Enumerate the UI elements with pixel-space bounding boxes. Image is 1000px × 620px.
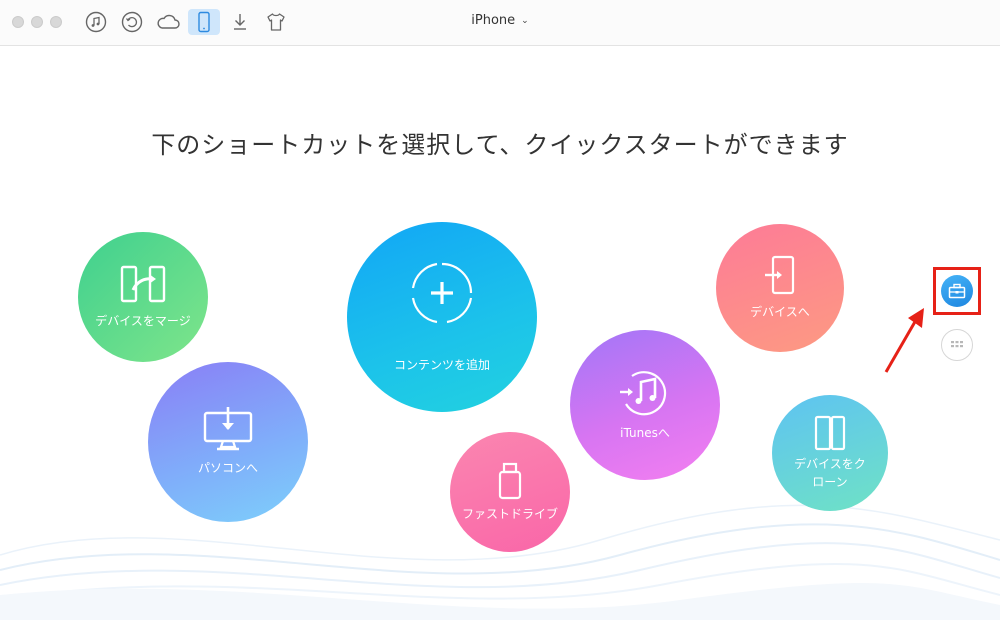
to-device-label: デバイスへ bbox=[750, 305, 810, 319]
restore-icon bbox=[121, 11, 143, 33]
close-window-button[interactable] bbox=[12, 16, 24, 28]
download-toolbar-button[interactable] bbox=[224, 9, 256, 35]
clone-device-label-line2: ローン bbox=[812, 475, 848, 489]
to-pc-shortcut[interactable]: パソコンへ bbox=[148, 362, 308, 522]
download-icon bbox=[234, 14, 246, 30]
zoom-window-button[interactable] bbox=[50, 16, 62, 28]
phone-import-icon bbox=[765, 255, 795, 295]
clone-device-label: デバイスをク ローン bbox=[794, 455, 866, 491]
minimize-window-button[interactable] bbox=[31, 16, 43, 28]
ringtone-toolbar-button[interactable] bbox=[260, 9, 292, 35]
grid-icon bbox=[951, 341, 963, 348]
itunes-icon bbox=[620, 371, 667, 416]
add-plus-icon bbox=[411, 262, 473, 324]
main-content: 下のショートカットを選択して、クイックスタートができます デバイスをマージ パソ… bbox=[0, 47, 1000, 620]
to-pc-label: パソコンへ bbox=[197, 461, 258, 475]
restore-toolbar-button[interactable] bbox=[116, 9, 148, 35]
to-device-shortcut[interactable]: デバイスへ bbox=[716, 224, 844, 352]
music-note-icon bbox=[85, 11, 107, 33]
tshirt-icon bbox=[267, 13, 285, 31]
title-bar: iPhone ⌄ bbox=[0, 0, 1000, 46]
chevron-down-icon: ⌄ bbox=[521, 16, 529, 26]
clone-phones-icon bbox=[814, 415, 846, 451]
merge-devices-icon bbox=[120, 265, 166, 303]
add-content-label: コンテンツを追加 bbox=[393, 358, 490, 372]
page-headline: 下のショートカットを選択して、クイックスタートができます bbox=[151, 131, 849, 159]
device-selector[interactable]: iPhone ⌄ bbox=[440, 13, 560, 28]
to-itunes-label: iTunesへ bbox=[620, 426, 670, 440]
clone-device-label-line1: デバイスをク bbox=[794, 457, 866, 471]
device-toolbar-button[interactable] bbox=[188, 9, 220, 35]
clone-device-shortcut[interactable]: デバイスをク ローン bbox=[772, 395, 888, 511]
add-content-shortcut[interactable]: コンテンツを追加 bbox=[347, 222, 537, 412]
red-arrow-annotation bbox=[884, 308, 924, 373]
computer-download-icon bbox=[203, 407, 253, 451]
device-name: iPhone bbox=[471, 13, 516, 28]
cloud-toolbar-button[interactable] bbox=[152, 9, 184, 35]
all-features-button[interactable] bbox=[941, 329, 973, 361]
to-itunes-shortcut[interactable]: iTunesへ bbox=[570, 330, 720, 480]
merge-devices-label: デバイスをマージ bbox=[95, 314, 191, 328]
phone-icon bbox=[198, 11, 210, 33]
merge-devices-shortcut[interactable]: デバイスをマージ bbox=[78, 232, 208, 362]
highlight-frame bbox=[933, 267, 981, 315]
fast-drive-label: ファストドライブ bbox=[461, 507, 558, 521]
cloud-icon bbox=[157, 14, 180, 29]
fast-drive-shortcut[interactable]: ファストドライブ bbox=[450, 432, 570, 552]
usb-drive-icon bbox=[498, 462, 522, 500]
music-toolbar-button[interactable] bbox=[80, 9, 112, 35]
